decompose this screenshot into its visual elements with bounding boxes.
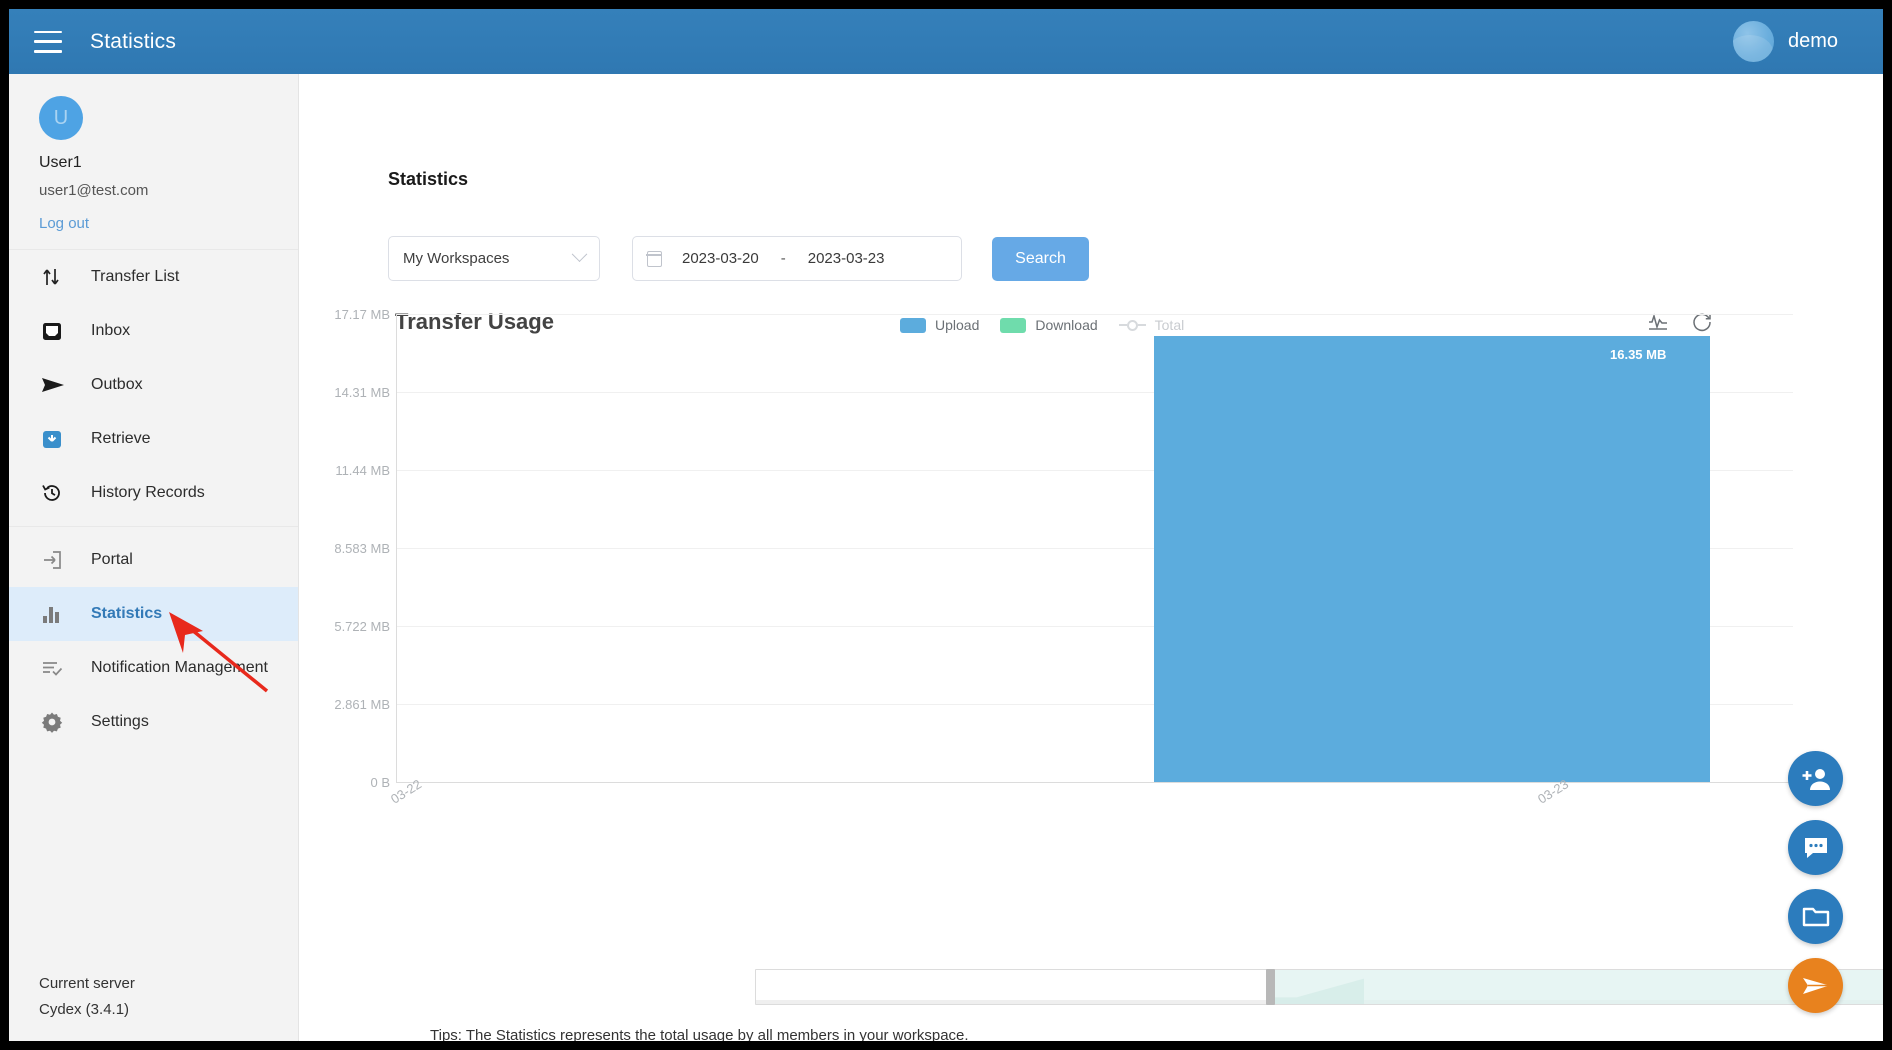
sidebar-item-label: Retrieve [91, 430, 151, 447]
send-paper-plane-icon [1802, 977, 1829, 994]
bar-upload-03-23[interactable] [1154, 336, 1710, 782]
workspace-select-value: My Workspaces [403, 250, 510, 267]
profile-email: user1@test.com [39, 182, 149, 199]
add-user-icon [1802, 768, 1830, 790]
calendar-icon [646, 250, 662, 267]
tips-text: Tips: The Statistics represents the tota… [430, 1027, 969, 1041]
y-tick-label: 14.31 MB [334, 385, 390, 400]
sidebar-item-label: Transfer List [91, 268, 180, 285]
gridline [396, 314, 1793, 315]
y-tick-label: 11.44 MB [335, 463, 390, 478]
x-tick-label: 03-22 [388, 776, 425, 807]
inbox-icon [41, 319, 71, 343]
datazoom-preview-shape [1269, 978, 1365, 1004]
transfer-arrows-icon [41, 265, 71, 289]
date-range-picker[interactable]: 2023-03-20 - 2023-03-23 [632, 236, 962, 281]
sidebar-item-label: Settings [91, 713, 149, 730]
sidebar-item-statistics[interactable]: Statistics [9, 587, 298, 641]
date-start-value[interactable]: 2023-03-20 [682, 250, 759, 267]
user-menu[interactable]: demo [1732, 21, 1838, 62]
history-clock-icon [41, 481, 71, 505]
portal-login-icon [41, 548, 71, 572]
search-button[interactable]: Search [992, 236, 1089, 281]
avatar [1732, 21, 1774, 62]
server-label: Current server [39, 975, 135, 992]
sidebar: U User1 user1@test.com Log out Transfer … [9, 74, 299, 1041]
hamburger-icon[interactable] [34, 30, 62, 53]
username-label: demo [1787, 30, 1838, 52]
y-tick-label: 2.861 MB [334, 697, 390, 712]
transfer-usage-chart: Transfer Usage Upload Download Total 17.… [300, 289, 1883, 999]
profile-block: U User1 user1@test.com Log out [9, 74, 298, 233]
sidebar-item-retrieve[interactable]: Retrieve [9, 412, 298, 466]
x-axis-line [396, 782, 1793, 783]
filter-bar: My Workspaces 2023-03-20 - 2023-03-23 Se… [388, 236, 1089, 281]
chat-bubble-icon [1804, 837, 1827, 858]
workspace-select[interactable]: My Workspaces [388, 236, 600, 281]
y-axis-line [396, 314, 397, 782]
sidebar-item-history-records[interactable]: History Records [9, 466, 298, 520]
sidebar-item-portal[interactable]: Portal [9, 533, 298, 587]
server-info: Current server Cydex (3.4.1) [39, 971, 135, 1023]
date-separator: - [780, 250, 786, 267]
top-header-bar: Statistics demo [9, 9, 1883, 74]
date-end-value[interactable]: 2023-03-23 [808, 250, 885, 267]
gear-icon [41, 710, 71, 734]
page-title: Statistics [388, 169, 469, 189]
profile-name: User1 [39, 154, 82, 171]
send-fab[interactable] [1788, 958, 1843, 1013]
notification-list-icon [41, 656, 71, 680]
folder-icon [1802, 907, 1829, 926]
bar-chart-icon [41, 602, 71, 626]
folder-fab[interactable] [1788, 889, 1843, 944]
page-title-header: Statistics [90, 29, 177, 53]
y-tick-label: 8.583 MB [334, 541, 390, 556]
app-window: Statistics demo U User1 user1@test.com L… [9, 9, 1883, 1041]
sidebar-item-label: Inbox [91, 322, 131, 339]
sidebar-nav: Transfer List Inbox Outbox Retrieve Hist… [9, 249, 298, 749]
y-tick-label: 5.722 MB [334, 619, 390, 634]
logout-link[interactable]: Log out [39, 215, 89, 232]
sidebar-item-label: Statistics [91, 605, 163, 622]
sidebar-item-outbox[interactable]: Outbox [9, 358, 298, 412]
server-value: Cydex (3.4.1) [39, 1001, 130, 1018]
y-tick-label: 0 B [370, 775, 390, 790]
floating-action-buttons [1788, 751, 1843, 1013]
sidebar-item-settings[interactable]: Settings [9, 695, 298, 749]
chart-plot-area: 17.17 MB 14.31 MB 11.44 MB 8.583 MB 5.72… [300, 289, 1883, 999]
chart-datazoom-slider[interactable] [755, 969, 1883, 1005]
avatar-initial: U [39, 96, 83, 140]
sidebar-item-label: Outbox [91, 376, 143, 393]
download-box-icon [41, 427, 71, 451]
sidebar-item-notification-management[interactable]: Notification Management [9, 641, 298, 695]
sidebar-item-label: Portal [91, 551, 133, 568]
chevron-down-icon [571, 246, 588, 263]
sidebar-item-label: Notification Management [91, 659, 268, 676]
datazoom-handle-left[interactable] [1265, 969, 1275, 1005]
sidebar-item-transfer-list[interactable]: Transfer List [9, 250, 298, 304]
send-icon [41, 373, 71, 397]
bar-data-label: 16.35 MB [1610, 347, 1667, 362]
chat-fab[interactable] [1788, 820, 1843, 875]
nav-divider [9, 526, 298, 527]
add-user-fab[interactable] [1788, 751, 1843, 806]
sidebar-item-inbox[interactable]: Inbox [9, 304, 298, 358]
y-tick-label: 17.17 MB [334, 307, 390, 322]
sidebar-item-label: History Records [91, 484, 205, 501]
main-content: Statistics My Workspaces 2023-03-20 - 20… [300, 74, 1883, 1041]
